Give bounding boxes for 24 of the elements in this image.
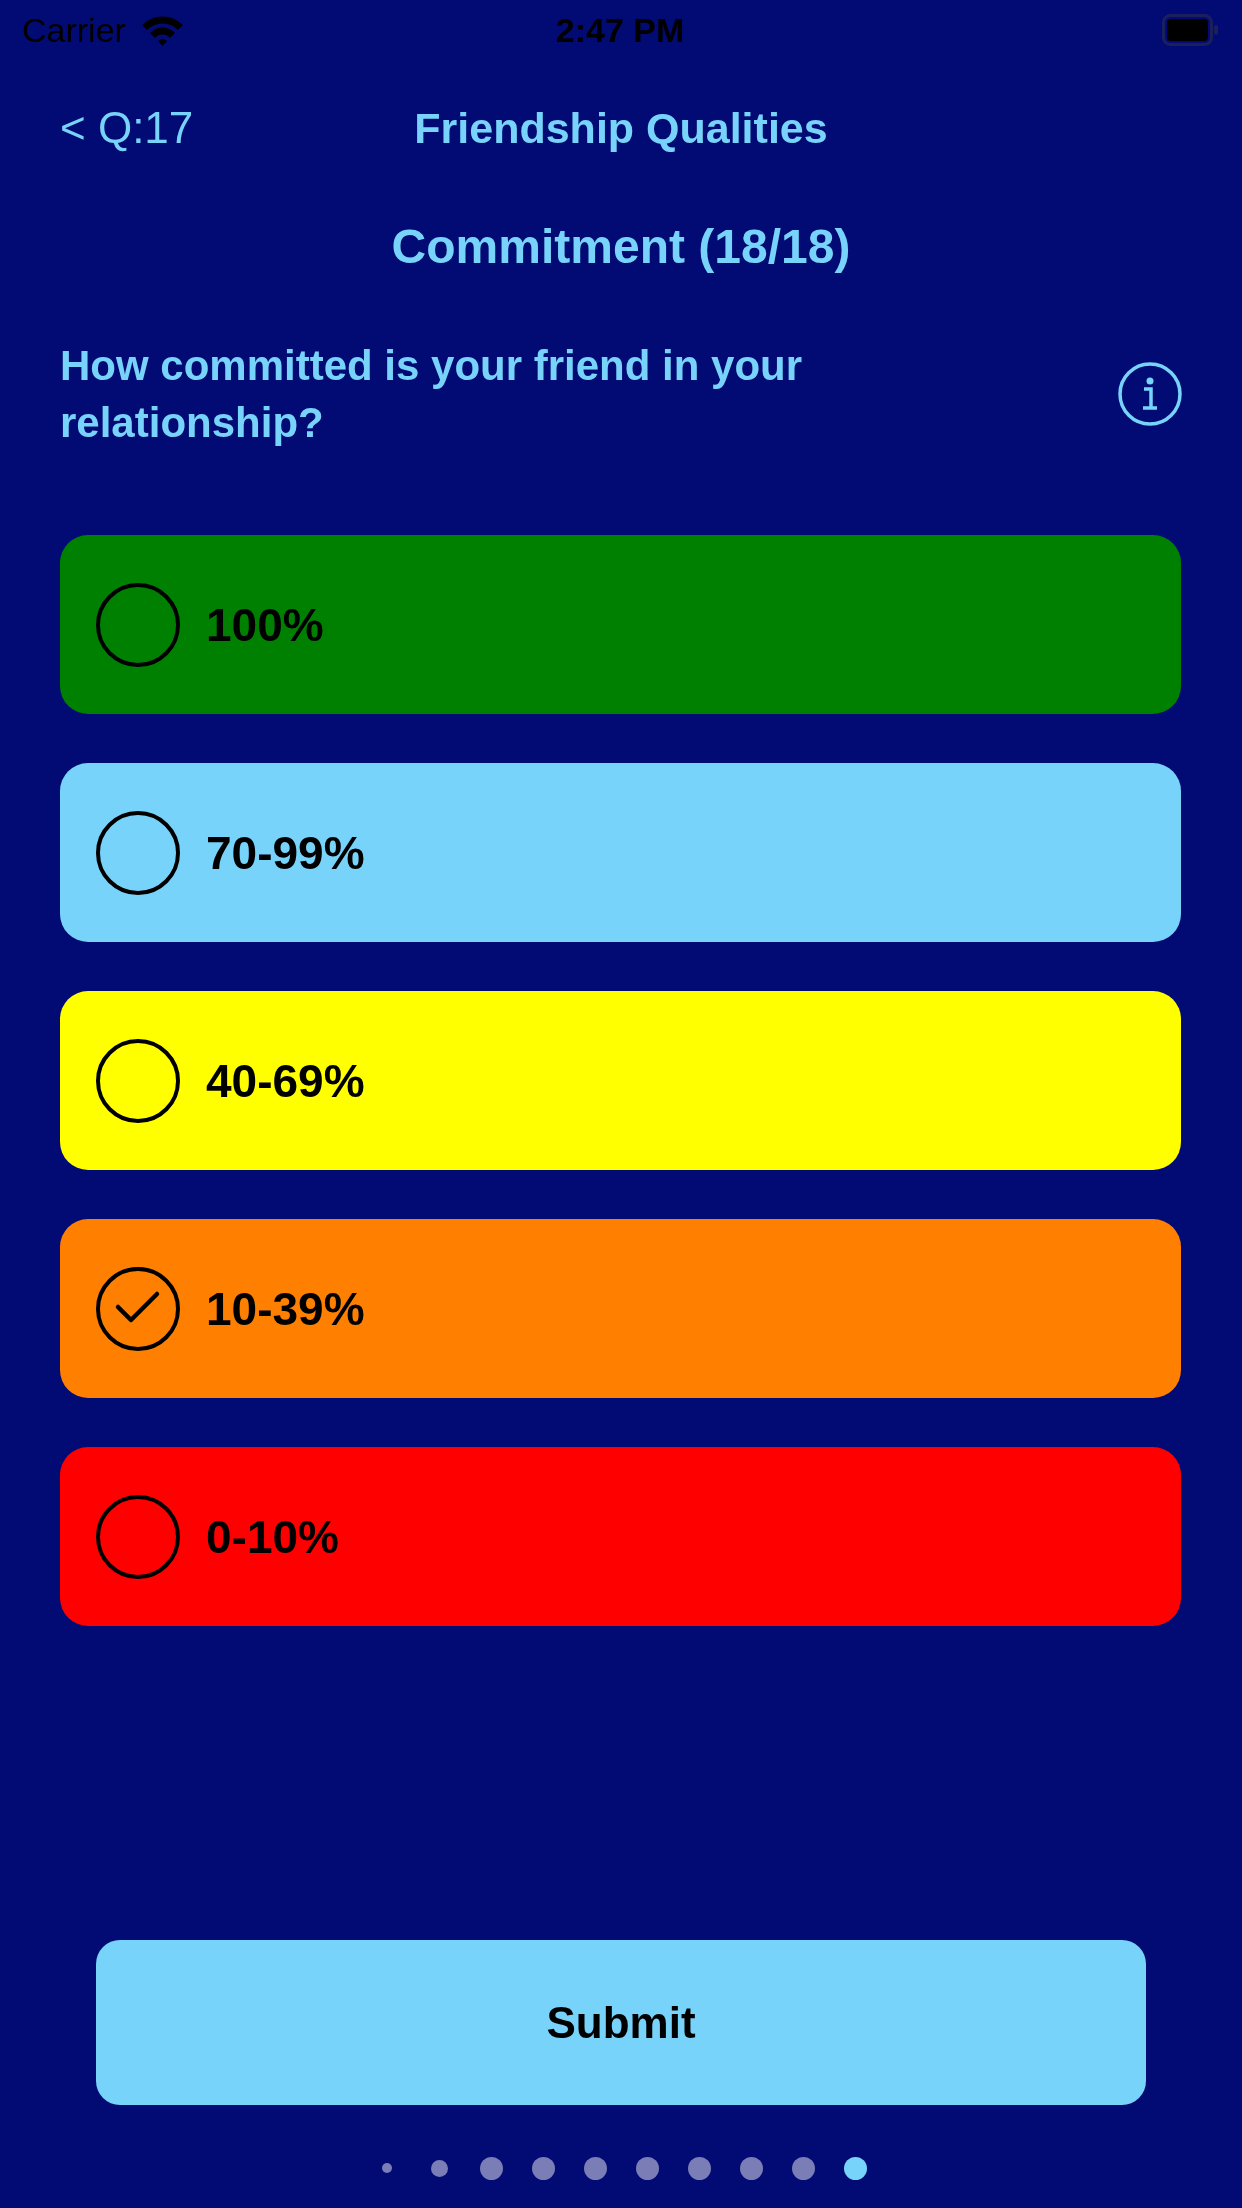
answer-option[interactable]: 0-10% [60, 1447, 1181, 1626]
page-dot[interactable] [791, 2156, 815, 2180]
page-dot[interactable] [635, 2156, 659, 2180]
answer-option[interactable]: 100% [60, 535, 1181, 714]
page-dot[interactable] [479, 2156, 503, 2180]
page-dot[interactable] [843, 2156, 867, 2180]
answer-option[interactable]: 40-69% [60, 991, 1181, 1170]
carrier-name: Carrier [22, 10, 126, 50]
category-heading: Commitment (18/18) [391, 219, 851, 275]
back-link[interactable]: < Q:17 [60, 102, 194, 154]
answer-option[interactable]: 10-39% [60, 1219, 1181, 1398]
submit-button[interactable]: Submit [96, 1940, 1146, 2105]
page-dot[interactable] [382, 2163, 392, 2173]
question-text: How committed is your friend in your relationship? [60, 341, 804, 448]
info-icon[interactable] [1118, 362, 1182, 426]
page-dot[interactable] [739, 2156, 763, 2180]
page-dot[interactable] [583, 2156, 607, 2180]
status-time: 2:47 PM [555, 10, 685, 50]
battery-icon [1162, 14, 1218, 46]
page-dot[interactable] [531, 2156, 555, 2180]
nav-title: Friendship Qualities [414, 103, 828, 154]
answer-option[interactable]: 70-99% [60, 763, 1181, 942]
page-dot[interactable] [687, 2156, 711, 2180]
page-dot[interactable] [430, 2159, 448, 2177]
